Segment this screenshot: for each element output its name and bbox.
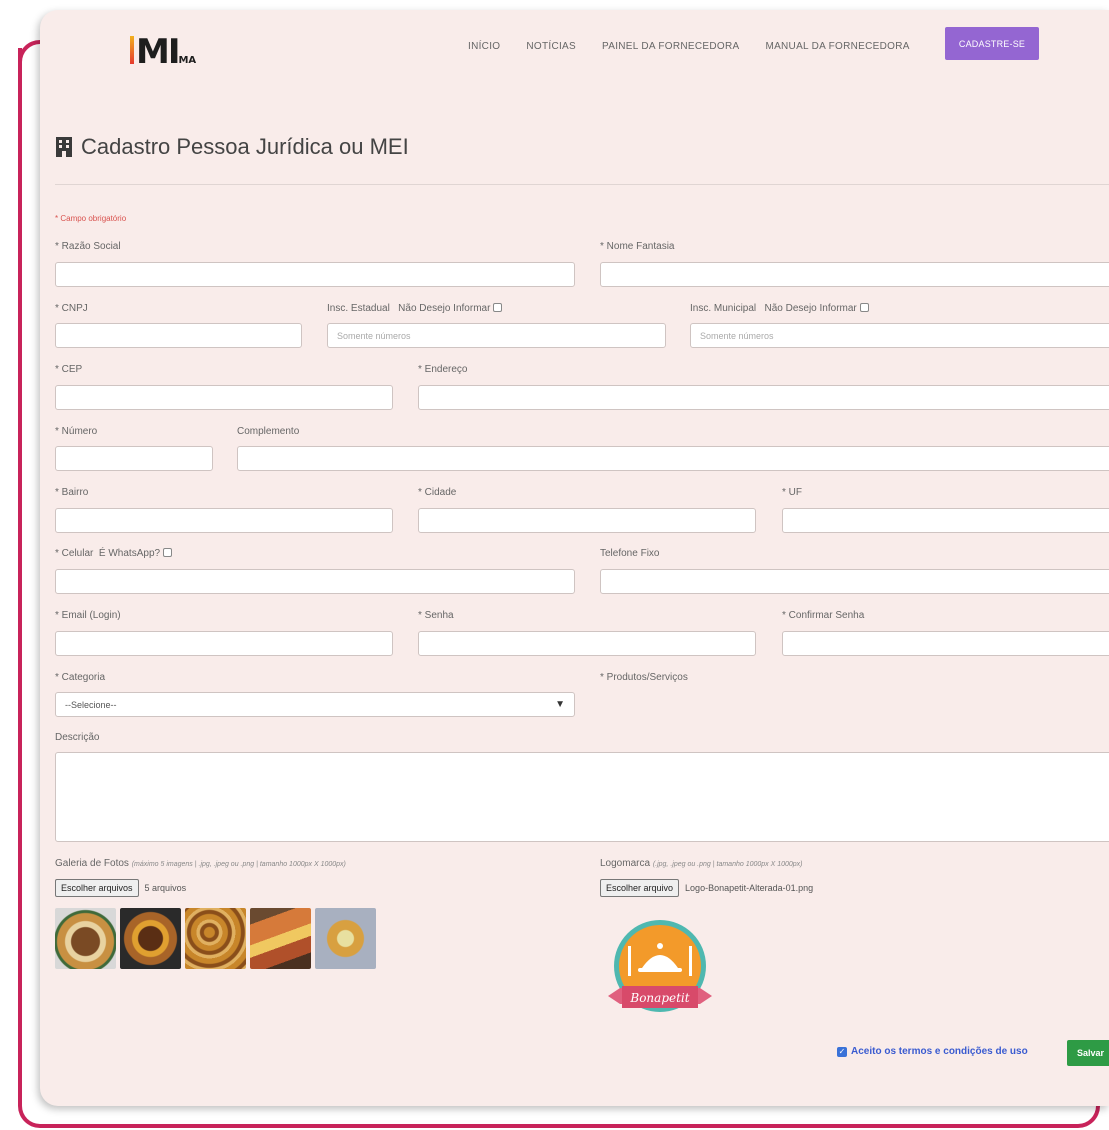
logomarca-label-text: Logomarca xyxy=(600,858,651,869)
logomarca-file-row: Escolher arquivo Logo-Bonapetit-Alterada… xyxy=(600,879,813,897)
nome-fantasia-input[interactable] xyxy=(600,262,1109,287)
label-confirmar-senha: * Confirmar Senha xyxy=(782,610,865,621)
celular-input[interactable] xyxy=(55,569,575,594)
nao-desejo-municipal-checkbox[interactable] xyxy=(859,303,869,312)
insc-estadual-input[interactable]: Somente números xyxy=(327,323,666,348)
email-input[interactable] xyxy=(55,631,393,656)
descricao-textarea[interactable] xyxy=(55,752,1109,842)
label-produtos: * Produtos/Serviços xyxy=(600,672,688,683)
telefone-fixo-input[interactable] xyxy=(600,569,1109,594)
photo-thumbnail[interactable] xyxy=(55,908,116,969)
razao-social-input[interactable] xyxy=(55,262,575,287)
insc-municipal-text: Insc. Municipal xyxy=(690,303,757,314)
divider xyxy=(55,184,1109,185)
photo-thumbnail[interactable] xyxy=(185,908,246,969)
label-descricao: Descrição xyxy=(55,732,100,743)
label-cnpj: * CNPJ xyxy=(55,303,88,314)
logomarca-preview: Bonapetit xyxy=(608,920,712,1012)
terms-label: Aceito os termos e condições de uso xyxy=(851,1046,1028,1057)
senha-input[interactable] xyxy=(418,631,756,656)
galeria-note: (máximo 5 imagens | .jpg, .jpeg ou .png … xyxy=(131,861,346,868)
label-numero: * Número xyxy=(55,426,98,437)
label-uf: * UF xyxy=(782,487,802,498)
photo-thumbnail[interactable] xyxy=(250,908,311,969)
required-note: * Campo obrigatório xyxy=(55,214,127,223)
nav-link-painel[interactable]: PAINEL DA FORNECEDORA xyxy=(602,41,739,52)
label-telefone-fixo: Telefone Fixo xyxy=(600,548,660,559)
whatsapp-checkbox[interactable] xyxy=(163,548,173,557)
galeria-label-text: Galeria de Fotos xyxy=(55,858,129,869)
label-insc-municipal: Insc. Municipal Não Desejo Informar xyxy=(690,303,869,314)
terms-checkbox-row[interactable]: ✓ Aceito os termos e condições de uso xyxy=(837,1046,1028,1057)
galeria-file-status: 5 arquivos xyxy=(144,883,187,893)
site-logo[interactable]: MIMA xyxy=(130,32,197,72)
categoria-selected-value: --Selecione-- xyxy=(65,699,117,710)
label-cep: * CEP xyxy=(55,364,83,375)
celular-text: * Celular xyxy=(55,548,94,559)
categoria-select[interactable]: --Selecione-- ▼ xyxy=(55,692,575,717)
logo-suffix: MA xyxy=(178,55,197,66)
endereco-input[interactable] xyxy=(418,385,1109,410)
nav-links: INÍCIO NOTÍCIAS PAINEL DA FORNECEDORA MA… xyxy=(468,41,910,52)
nav-link-manual[interactable]: MANUAL DA FORNECEDORA xyxy=(765,41,909,52)
logomarca-note: (.jpg, .jpeg ou .png | tamanho 1000px X … xyxy=(652,861,803,868)
label-bairro: * Bairro xyxy=(55,487,89,498)
building-icon xyxy=(56,137,72,157)
photo-thumbnail[interactable] xyxy=(315,908,376,969)
save-button[interactable]: Salvar xyxy=(1067,1040,1109,1066)
label-endereco: * Endereço xyxy=(418,364,468,375)
nao-desejo-municipal-text: Não Desejo Informar xyxy=(764,303,857,314)
label-razao-social: * Razão Social xyxy=(55,241,121,252)
label-categoria: * Categoria xyxy=(55,672,106,683)
page-title: Cadastro Pessoa Jurídica ou MEI xyxy=(55,134,409,160)
nao-desejo-estadual-text: Não Desejo Informar xyxy=(398,303,491,314)
bairro-input[interactable] xyxy=(55,508,393,533)
chevron-down-icon: ▼ xyxy=(555,699,565,710)
confirmar-senha-input[interactable] xyxy=(782,631,1109,656)
label-complemento: Complemento xyxy=(237,426,300,437)
label-cidade: * Cidade xyxy=(418,487,457,498)
nao-desejo-estadual-checkbox[interactable] xyxy=(493,303,503,312)
page-title-text: Cadastro Pessoa Jurídica ou MEI xyxy=(81,134,409,159)
cadastre-se-button[interactable]: CADASTRE-SE xyxy=(945,27,1039,60)
logo-text: MI xyxy=(136,32,181,72)
insc-municipal-input[interactable]: Somente números xyxy=(690,323,1109,348)
galeria-file-row: Escolher arquivos 5 arquivos xyxy=(55,879,186,897)
logomarca-badge-text: Bonapetit xyxy=(629,991,689,1005)
label-senha: * Senha xyxy=(418,610,454,621)
cidade-input[interactable] xyxy=(418,508,756,533)
numero-input[interactable] xyxy=(55,446,213,471)
whatsapp-text: É WhatsApp? xyxy=(98,548,161,559)
logomarca-file-status: Logo-Bonapetit-Alterada-01.png xyxy=(685,883,814,893)
page-card: MIMA INÍCIO NOTÍCIAS PAINEL DA FORNECEDO… xyxy=(40,10,1109,1106)
galeria-choose-files-button[interactable]: Escolher arquivos xyxy=(55,879,139,897)
label-nome-fantasia: * Nome Fantasia xyxy=(600,241,675,252)
galeria-thumbnails xyxy=(55,908,376,969)
photo-thumbnail[interactable] xyxy=(120,908,181,969)
label-email: * Email (Login) xyxy=(55,610,121,621)
logo-bars-icon xyxy=(130,36,134,64)
uf-input[interactable] xyxy=(782,508,1109,533)
cnpj-input[interactable] xyxy=(55,323,302,348)
label-galeria: Galeria de Fotos (máximo 5 imagens | .jp… xyxy=(55,858,346,869)
cep-input[interactable] xyxy=(55,385,393,410)
label-logomarca: Logomarca (.jpg, .jpeg ou .png | tamanho… xyxy=(600,858,803,869)
label-celular: * Celular É WhatsApp? xyxy=(55,548,173,559)
navbar: MIMA INÍCIO NOTÍCIAS PAINEL DA FORNECEDO… xyxy=(40,10,1109,82)
label-insc-estadual: Insc. Estadual Não Desejo Informar xyxy=(327,303,503,314)
terms-checkbox-checked-icon[interactable]: ✓ xyxy=(837,1046,847,1057)
complemento-input[interactable] xyxy=(237,446,1109,471)
insc-estadual-text: Insc. Estadual xyxy=(327,303,390,314)
logomarca-choose-file-button[interactable]: Escolher arquivo xyxy=(600,879,680,897)
nav-link-inicio[interactable]: INÍCIO xyxy=(468,41,500,52)
nav-link-noticias[interactable]: NOTÍCIAS xyxy=(526,41,576,52)
